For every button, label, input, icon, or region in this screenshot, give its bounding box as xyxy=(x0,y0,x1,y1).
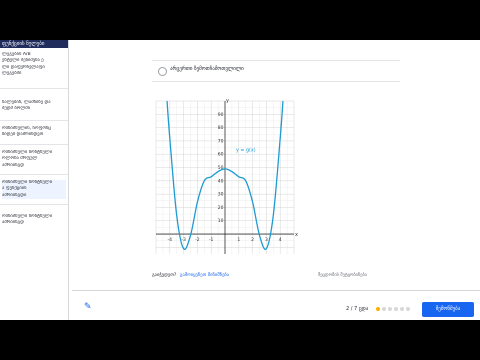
sidebar-divider xyxy=(0,88,68,89)
use-hint-link[interactable]: გამოიყენეთ მინიშნება xyxy=(180,273,229,278)
hint-prompt: გაიჭედეთ? გამოიყენეთ მინიშნება xyxy=(152,273,229,278)
x-tick-label: 1 xyxy=(237,237,240,243)
y-tick-label: 20 xyxy=(218,205,224,211)
sidebar-divider xyxy=(0,174,68,175)
x-tick-label: 2 xyxy=(251,237,254,243)
x-axis-label: x xyxy=(295,232,298,238)
sidebar-item-line: შედმ ბოლმი xyxy=(2,106,30,112)
progress-dot xyxy=(376,307,380,311)
x-tick-label: 3 xyxy=(265,237,268,243)
sidebar-item-line: ლეგებში xyxy=(2,71,22,77)
sidebar-item-current[interactable]: ოსნიშნული ზონტნული ა ფუნქციის ამრიინგდი xyxy=(2,180,66,200)
function-graph: xy-4 -3 -2 -1 1 2 3 4102030405060708090y = g(x) xyxy=(155,98,298,254)
progress-dot xyxy=(406,307,410,311)
sidebar-item-line: ზიდებ დამრინდვთ xyxy=(2,132,44,138)
x-tick-label: -2 xyxy=(195,237,200,243)
answer-option-none-of-above[interactable]: არცერთი ზემოთჩამოთვლილი xyxy=(152,60,400,82)
footer-divider xyxy=(72,290,480,291)
x-tick-label: -3 xyxy=(181,237,186,243)
sidebar-item[interactable]: ოსნიშნულის, ჩოფონც ზიდებ დამრინდვთ xyxy=(2,126,66,139)
sidebar-item[interactable]: ნალებიხ, ლამნიზე და შედმ ბოლმი xyxy=(2,100,66,113)
function-label: y = g(x) xyxy=(236,148,256,154)
stuck-label: გაიჭედეთ? xyxy=(152,273,177,278)
sidebar-item-line: ამრიინგდ xyxy=(2,162,24,168)
sidebar-title: ფუნქციის ნულები xyxy=(0,40,68,48)
scratchpad-pencil-icon[interactable]: ✎ xyxy=(84,302,92,312)
sidebar: ფუნქციის ნულები ლეგების A/B ენტული შენიშ… xyxy=(0,40,69,320)
x-tick-label: 4 xyxy=(279,237,282,243)
progress-dot xyxy=(382,307,386,311)
x-tick-label: -4 xyxy=(168,237,173,243)
y-tick-label: 60 xyxy=(218,152,224,158)
y-tick-label: 90 xyxy=(218,112,224,118)
progress-dot xyxy=(388,307,392,311)
sidebar-item[interactable]: ოსნიშნული ზონტნული ამრიინგდ xyxy=(2,214,66,227)
report-problem-link[interactable]: შეცდომის შეტყობინება xyxy=(318,273,367,278)
progress-dot xyxy=(394,307,398,311)
sidebar-divider xyxy=(0,204,68,205)
attempt-progress: 2 / 7 ცდა xyxy=(346,306,369,312)
y-tick-label: 40 xyxy=(218,178,224,184)
answer-option-label: არცერთი ზემოთჩამოთვლილი xyxy=(170,66,244,72)
sidebar-item[interactable]: ლეგების A/B ენტული შენიშვნა ე ლი დაფურჩვ… xyxy=(2,52,66,78)
y-axis-label: y xyxy=(226,98,229,104)
y-tick-label: 80 xyxy=(218,125,224,131)
check-button[interactable]: შემოწმება xyxy=(422,302,474,317)
sidebar-item[interactable]: ოსნიშნული ზონტნული ოლონა მრფულ ამრიინგდ xyxy=(2,150,66,169)
y-tick-label: 30 xyxy=(218,192,224,198)
sidebar-item-line: ამრიინგდ xyxy=(2,220,24,226)
radio-button[interactable] xyxy=(158,67,167,76)
sidebar-item-line: ამრიინგდი xyxy=(2,192,27,198)
progress-dot xyxy=(400,307,404,311)
sidebar-divider xyxy=(0,120,68,121)
x-tick-label: -1 xyxy=(209,237,214,243)
exercise-screen: ფუნქციის ნულები ლეგების A/B ენტული შენიშ… xyxy=(0,40,480,320)
y-tick-label: 70 xyxy=(218,138,224,144)
y-tick-label: 10 xyxy=(218,218,224,224)
sidebar-divider xyxy=(0,144,68,145)
